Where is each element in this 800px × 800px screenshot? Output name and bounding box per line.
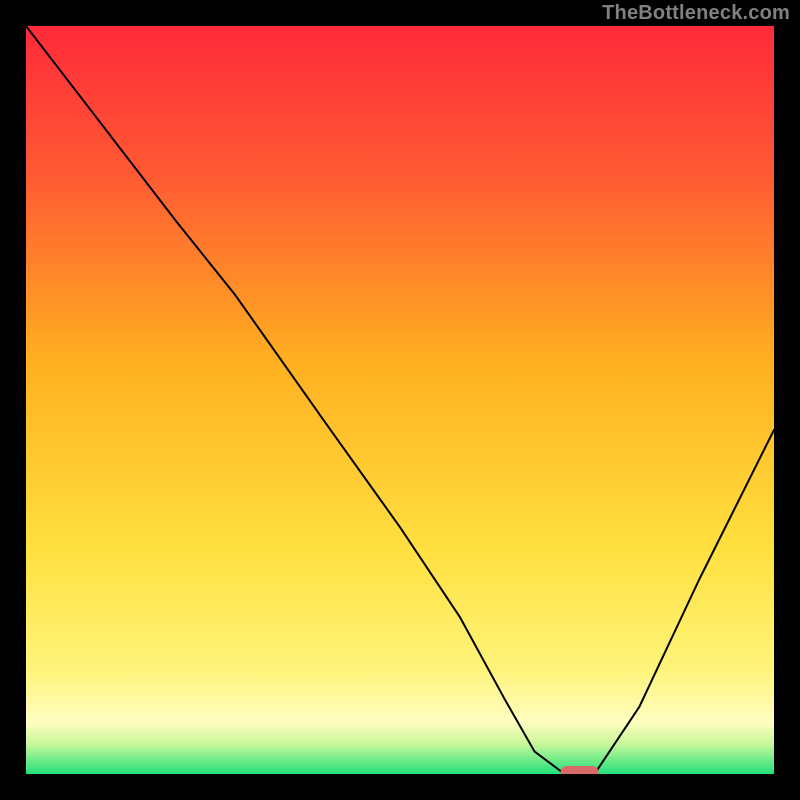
- chart-container: TheBottleneck.com: [0, 0, 800, 800]
- watermark-text: TheBottleneck.com: [602, 2, 790, 25]
- bottleneck-chart: [26, 26, 774, 774]
- plot-area: [26, 26, 774, 774]
- heatmap-background: [26, 26, 774, 774]
- optimum-marker: [561, 766, 599, 774]
